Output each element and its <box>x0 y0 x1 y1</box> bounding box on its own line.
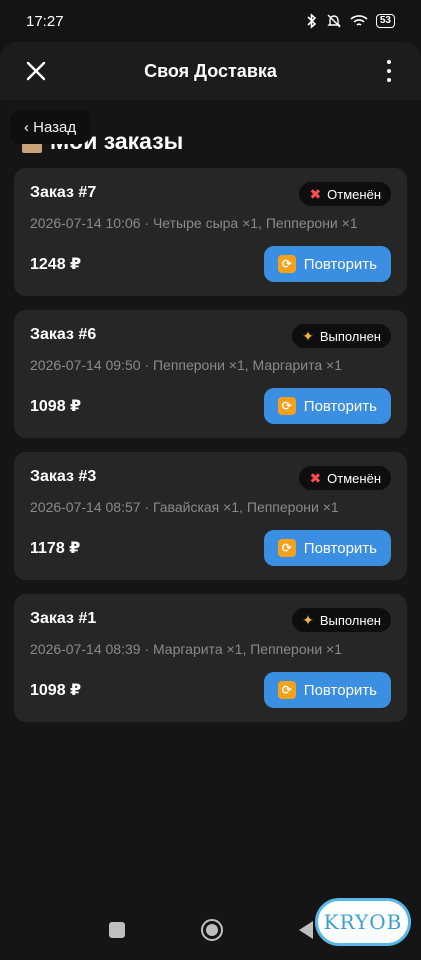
back-button[interactable]: ‹ Назад <box>10 110 91 144</box>
status-badge: ✦ Выполнен <box>292 324 391 348</box>
order-card: Заказ #3 ✖ Отменён 2026-07-14 08:57 · Га… <box>14 452 407 580</box>
status-text: Выполнен <box>319 612 381 628</box>
status-text: Отменён <box>327 470 381 486</box>
repeat-button[interactable]: ⟳ Повторить <box>263 672 391 708</box>
status-text: Отменён <box>327 186 381 202</box>
bluetooth-icon <box>307 13 317 29</box>
order-list: Заказ #7 ✖ Отменён 2026-07-14 10:06 · Че… <box>14 168 407 722</box>
clock: 17:27 <box>26 12 64 30</box>
status-icons: 53 <box>306 13 395 29</box>
repeat-button[interactable]: ⟳ Повторить <box>263 246 391 282</box>
order-card: Заказ #6 ✦ Выполнен 2026-07-14 09:50 · П… <box>14 310 407 438</box>
content: Мои заказы ‹ Назад Заказ #7 ✖ Отменён 20… <box>0 100 421 960</box>
muted-bell-icon <box>327 14 341 28</box>
repeat-label: Повторить <box>303 539 377 557</box>
status-badge: ✦ Выполнен <box>292 608 391 632</box>
home-icon[interactable] <box>200 919 223 941</box>
order-card: Заказ #1 ✦ Выполнен 2026-07-14 08:39 · М… <box>14 594 407 722</box>
repeat-button[interactable]: ⟳ Повторить <box>263 530 391 566</box>
status-badge: ✖ Отменён <box>299 182 391 206</box>
repeat-label: Повторить <box>303 255 377 273</box>
status-bar: 17:27 53 <box>0 0 421 42</box>
app-title: Своя Доставка <box>144 60 277 81</box>
party-icon: ✦ <box>302 328 314 344</box>
wifi-icon <box>350 15 368 26</box>
order-price: 1248 ₽ <box>30 256 82 273</box>
repeat-icon: ⟳ <box>277 255 296 273</box>
app-bar: Своя Доставка <box>0 42 421 100</box>
repeat-label: Повторить <box>303 681 377 699</box>
order-meta: 2026-07-14 09:50 · Пепперони ×1, Маргари… <box>30 357 343 373</box>
repeat-icon: ⟳ <box>277 397 296 415</box>
repeat-label: Повторить <box>303 397 377 415</box>
order-meta: 2026-07-14 08:57 · Гавайская ×1, Пепперо… <box>30 499 339 515</box>
page-header: Мои заказы ‹ Назад <box>10 110 399 162</box>
repeat-icon: ⟳ <box>277 681 296 699</box>
repeat-icon: ⟳ <box>277 539 296 557</box>
party-icon: ✦ <box>302 612 314 628</box>
order-price: 1098 ₽ <box>30 682 82 699</box>
order-card: Заказ #7 ✖ Отменён 2026-07-14 10:06 · Че… <box>14 168 407 296</box>
close-icon[interactable] <box>24 59 48 83</box>
order-meta: 2026-07-14 08:39 · Маргарита ×1, Пепперо… <box>30 641 343 657</box>
cross-icon: ✖ <box>309 470 322 486</box>
watermark-logo: KRYOB <box>315 898 411 946</box>
recents-icon[interactable] <box>108 922 125 938</box>
battery-indicator: 53 <box>375 14 395 28</box>
cross-icon: ✖ <box>309 186 322 202</box>
order-meta: 2026-07-14 10:06 · Четыре сыра ×1, Пеппе… <box>30 215 358 231</box>
more-menu-icon[interactable] <box>385 60 393 82</box>
order-price: 1098 ₽ <box>30 398 82 415</box>
repeat-button[interactable]: ⟳ Повторить <box>263 388 391 424</box>
back-nav-icon[interactable] <box>298 921 313 939</box>
status-text: Выполнен <box>319 328 381 344</box>
order-price: 1178 ₽ <box>30 540 81 557</box>
status-badge: ✖ Отменён <box>299 466 391 490</box>
